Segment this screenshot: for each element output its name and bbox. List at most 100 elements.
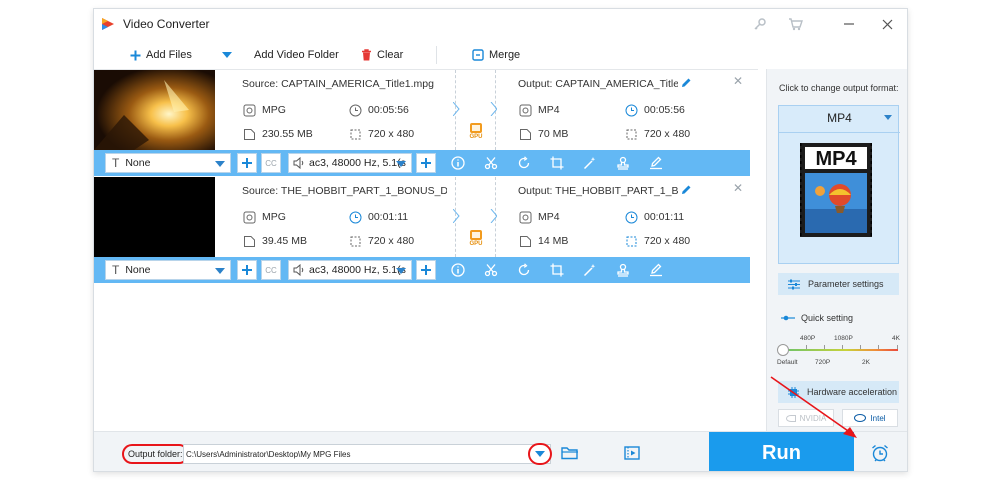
output-folder-path-input[interactable] xyxy=(183,444,551,464)
video-format-icon xyxy=(242,210,256,224)
effects-wand-icon[interactable] xyxy=(581,261,599,279)
output-filename: Output: THE_HOBBIT_PART_1_BONUS_DI... xyxy=(518,185,678,197)
chevron-down-icon xyxy=(396,268,406,274)
quick-setting-label: Quick setting xyxy=(801,313,854,323)
sliders-icon xyxy=(788,279,800,289)
quality-tick xyxy=(806,345,807,349)
remove-item-button[interactable]: ✕ xyxy=(733,74,743,88)
edit-output-name-icon[interactable] xyxy=(680,77,692,89)
source-format: MPG xyxy=(242,103,286,117)
mp4-format-icon: MP4 xyxy=(800,143,872,237)
output-duration: 00:05:56 xyxy=(624,103,685,117)
output-folder-dropdown[interactable] xyxy=(528,443,552,465)
rotate-icon[interactable] xyxy=(515,261,533,279)
crop-icon[interactable] xyxy=(548,154,566,172)
audio-track-select[interactable]: ac3, 48000 Hz, 5.1(s xyxy=(288,260,412,280)
video-format-icon xyxy=(518,210,532,224)
scissors-icon[interactable] xyxy=(482,154,500,172)
source-filename: Source: THE_HOBBIT_PART_1_BONUS_DISC_T..… xyxy=(242,185,447,197)
open-video-folder-icon[interactable] xyxy=(624,446,640,460)
gpu-label: GPU xyxy=(469,134,483,140)
gpu-badge: GPU xyxy=(467,123,485,140)
add-video-folder-label: Add Video Folder xyxy=(254,49,339,61)
register-key-icon[interactable] xyxy=(749,14,771,34)
quality-tick xyxy=(842,345,843,349)
edit-output-name-icon[interactable] xyxy=(680,184,692,196)
rotate-icon[interactable] xyxy=(515,154,533,172)
output-duration-value: 00:05:56 xyxy=(644,104,685,116)
add-files-button[interactable]: Add Files xyxy=(130,45,192,65)
closed-caption-icon: CC xyxy=(265,158,277,168)
subtitle-edit-icon[interactable] xyxy=(647,261,665,279)
edit-toolbar: T None CC ac3, 48000 Hz, 5.1(s xyxy=(94,150,750,176)
subtitle-value: None xyxy=(125,157,151,169)
merge-button[interactable]: Merge xyxy=(472,45,520,65)
app-window: Video Converter Add Files Add Video Fold… xyxy=(93,8,908,472)
scissors-icon[interactable] xyxy=(482,261,500,279)
output-size: 70 MB xyxy=(518,127,568,141)
remove-item-button[interactable]: ✕ xyxy=(733,181,743,195)
source-size-value: 39.45 MB xyxy=(262,235,307,247)
crop-icon[interactable] xyxy=(548,261,566,279)
video-format-icon xyxy=(518,103,532,117)
add-audio-button[interactable] xyxy=(416,260,436,280)
output-format: MP4 xyxy=(518,103,560,117)
open-folder-icon[interactable] xyxy=(561,446,579,460)
plus-icon xyxy=(130,50,141,60)
add-subtitle-button[interactable] xyxy=(237,153,257,173)
video-thumbnail[interactable] xyxy=(94,70,215,150)
output-format-selector[interactable]: MP4 MP4 xyxy=(778,105,900,264)
output-resolution: 720 x 480 xyxy=(624,234,690,248)
subtitle-select[interactable]: T None xyxy=(105,153,231,173)
gpu-badge: GPU xyxy=(467,230,485,247)
alarm-clock-icon[interactable] xyxy=(870,443,890,463)
quick-setting-slider-icon xyxy=(781,315,795,321)
minimize-button[interactable] xyxy=(838,14,860,34)
quality-tick xyxy=(860,345,861,349)
watermark-stamp-icon[interactable] xyxy=(614,154,632,172)
app-logo-icon xyxy=(102,18,114,30)
add-video-folder-button[interactable]: Add Video Folder xyxy=(222,45,339,65)
audio-track-value: ac3, 48000 Hz, 5.1(s xyxy=(309,157,406,169)
gpu-chip-icon xyxy=(470,123,482,133)
watermark-stamp-icon[interactable] xyxy=(614,261,632,279)
source-size-value: 230.55 MB xyxy=(262,128,313,140)
closed-caption-button[interactable]: CC xyxy=(261,260,281,280)
effects-wand-icon[interactable] xyxy=(581,154,599,172)
file-list: Source: CAPTAIN_AMERICA_Title1.mpg Outpu… xyxy=(94,69,758,431)
output-format: MP4 xyxy=(518,210,560,224)
output-resolution: 720 x 480 xyxy=(624,127,690,141)
info-icon[interactable] xyxy=(449,154,467,172)
add-audio-button[interactable] xyxy=(416,153,436,173)
closed-caption-button[interactable]: CC xyxy=(261,153,281,173)
parameter-settings-button[interactable]: Parameter settings xyxy=(778,273,899,295)
source-resolution-value: 720 x 480 xyxy=(368,128,415,140)
quality-slider-handle[interactable] xyxy=(777,344,789,356)
resolution-icon xyxy=(348,234,362,248)
output-folder-label: Output folder: xyxy=(122,444,189,464)
clear-button[interactable]: Clear xyxy=(361,45,403,65)
info-icon[interactable] xyxy=(449,261,467,279)
quality-label: 480P xyxy=(800,335,816,342)
resolution-icon xyxy=(348,127,362,141)
video-thumbnail[interactable] xyxy=(94,177,215,257)
quality-label: Default xyxy=(777,359,798,366)
source-resolution: 720 x 480 xyxy=(348,234,414,248)
add-subtitle-button[interactable] xyxy=(237,260,257,280)
page: Video Converter Add Files Add Video Fold… xyxy=(0,0,1000,480)
video-item: Source: CAPTAIN_AMERICA_Title1.mpg Outpu… xyxy=(94,70,750,177)
subtitle-select[interactable]: T None xyxy=(105,260,231,280)
merge-label: Merge xyxy=(489,49,521,61)
gpu-label: GPU xyxy=(469,241,483,247)
cart-icon[interactable] xyxy=(784,14,806,34)
close-window-button[interactable] xyxy=(876,14,898,34)
mp4-art-label: MP4 xyxy=(815,148,857,170)
subtitle-edit-icon[interactable] xyxy=(647,154,665,172)
parameter-settings-label: Parameter settings xyxy=(808,279,884,289)
source-format: MPG xyxy=(242,210,286,224)
add-files-label: Add Files xyxy=(146,49,192,61)
edit-toolbar: T None CC ac3, 48000 Hz, 5.1(s xyxy=(94,257,750,283)
audio-track-select[interactable]: ac3, 48000 Hz, 5.1(s xyxy=(288,153,412,173)
quality-slider[interactable]: 480P 1080P 4K Default 720P 2K xyxy=(777,335,900,371)
output-format-value: MP4 xyxy=(538,104,560,116)
